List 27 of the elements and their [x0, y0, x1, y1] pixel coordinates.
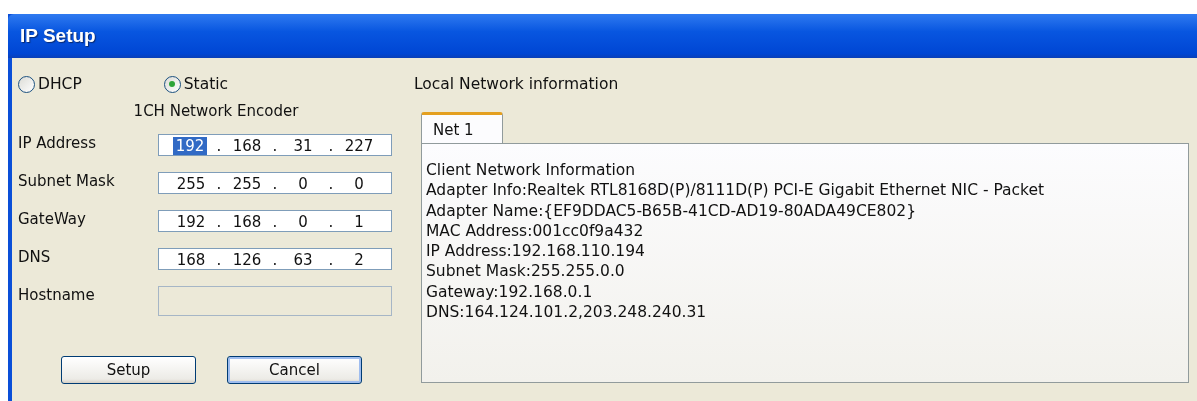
input-field[interactable]: 192 . 168 . 0 . 1	[158, 210, 392, 232]
section-heading: Local Network information	[414, 74, 620, 95]
field-label: Hostname	[18, 286, 96, 304]
dialog-button[interactable]: Cancel	[227, 356, 362, 384]
info-line: Subnet Mask:255.255.0.0	[426, 261, 626, 282]
info-line: Adapter Name:{EF9DDAC5-B65B-41CD-AD19-80ADA49CE802}	[426, 200, 917, 221]
field-label: Subnet Mask	[18, 172, 116, 190]
info-line: MAC Address:001cc0f9a432	[426, 220, 645, 242]
info-line: DNS:164.124.101.2,203.248.240.31	[426, 302, 708, 323]
info-line: Gateway:192.168.0.1	[426, 281, 594, 303]
info-line: IP Address:192.168.110.194	[426, 241, 646, 262]
radio-option[interactable]: Static	[163, 75, 229, 93]
input-field[interactable]: 192 . 168 . 31 . 227	[158, 134, 392, 156]
radio-option[interactable]: DHCP	[18, 75, 82, 93]
input-field[interactable]: 168 . 126 . 63 . 2	[158, 248, 392, 270]
field-label: DNS	[18, 248, 52, 266]
radio-label: DHCP	[38, 75, 82, 93]
radio-label: Static	[183, 75, 229, 93]
info-line: Adapter Info:Realtek RTL8168D(P)/8111D(P) PCI-E Gigabit Ethernet NIC - Packet	[426, 180, 1046, 201]
field-label: IP Address	[18, 134, 97, 152]
window-title: IP Setup	[20, 25, 96, 47]
info-line: Client Network Information	[426, 160, 637, 181]
tab[interactable]: Net 1	[421, 112, 503, 143]
device-name: 1CH Network Encoder	[132, 102, 300, 120]
dialog-button[interactable]: Setup	[61, 356, 196, 384]
input-field[interactable]: 255 . 255 . 0 . 0	[158, 172, 392, 194]
field-label: GateWay	[18, 210, 87, 228]
